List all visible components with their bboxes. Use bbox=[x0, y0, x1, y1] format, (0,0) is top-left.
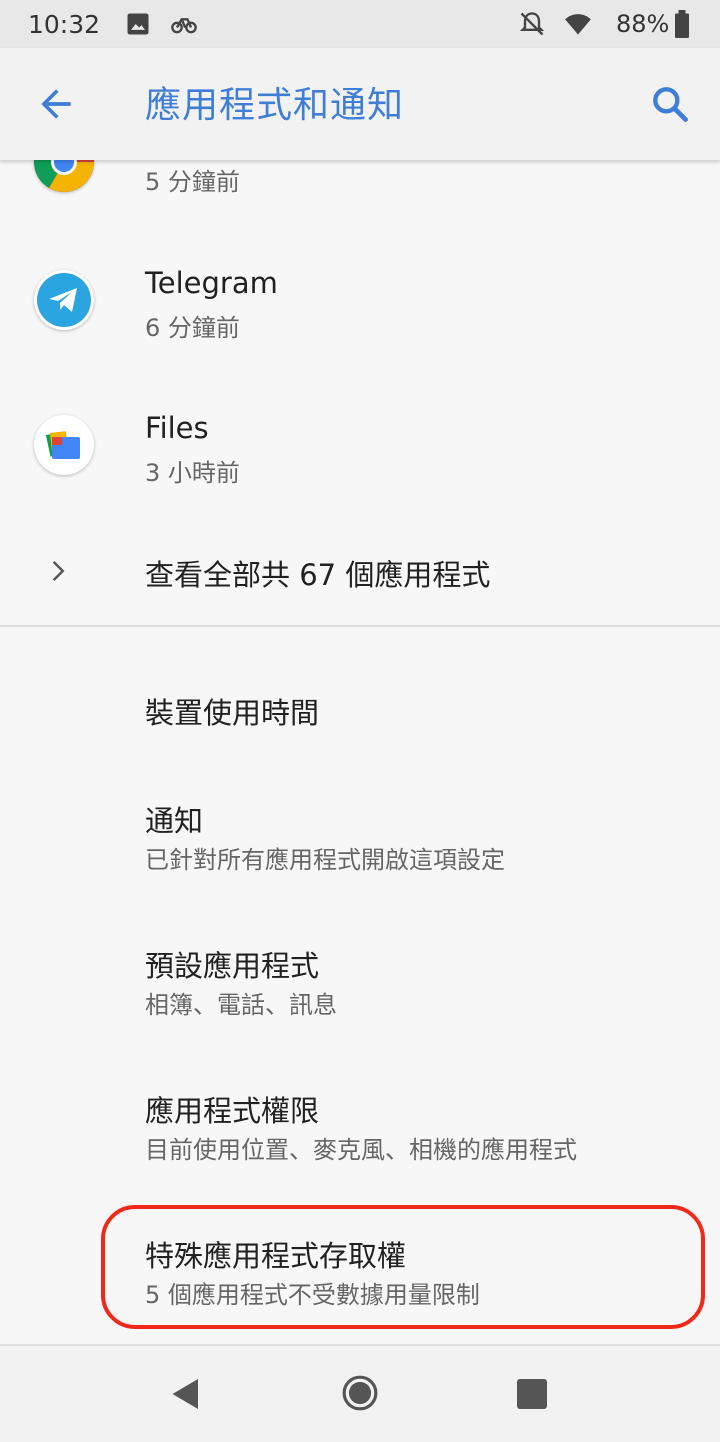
bike-icon bbox=[171, 18, 197, 34]
setting-app-permissions[interactable]: 應用程式權限 目前使用位置、麥克風、相機的應用程式 bbox=[0, 1070, 720, 1190]
recent-app-time: 6 分鐘前 bbox=[145, 314, 240, 342]
search-icon[interactable] bbox=[648, 82, 692, 126]
notifications-off-icon bbox=[519, 12, 545, 36]
back-triangle-icon[interactable] bbox=[168, 1376, 204, 1412]
highlight-outline bbox=[101, 1205, 705, 1329]
wifi-icon bbox=[565, 14, 591, 35]
setting-title: 預設應用程式 bbox=[145, 949, 320, 983]
setting-default-apps[interactable]: 預設應用程式 相簿、電話、訊息 bbox=[0, 925, 720, 1045]
chrome-icon bbox=[34, 160, 94, 192]
setting-subtitle: 相簿、電話、訊息 bbox=[145, 991, 337, 1019]
navigation-bar bbox=[0, 1344, 720, 1442]
recents-square-icon[interactable] bbox=[514, 1376, 550, 1412]
battery-icon bbox=[675, 10, 689, 38]
status-time: 10:32 bbox=[28, 10, 101, 39]
recent-app-row[interactable]: 5 分鐘前 bbox=[0, 160, 720, 240]
app-bar: 應用程式和通知 bbox=[0, 48, 720, 160]
setting-subtitle: 目前使用位置、麥克風、相機的應用程式 bbox=[145, 1136, 577, 1164]
setting-title: 應用程式權限 bbox=[145, 1094, 320, 1128]
recent-app-row[interactable]: Telegram 6 分鐘前 bbox=[0, 240, 720, 380]
see-all-apps-label: 查看全部共 67 個應用程式 bbox=[145, 558, 491, 592]
setting-notifications[interactable]: 通知 已針對所有應用程式開啟這項設定 bbox=[0, 780, 720, 900]
chevron-right-icon bbox=[52, 561, 65, 581]
recent-app-name: Files bbox=[145, 411, 209, 445]
telegram-icon bbox=[34, 270, 94, 330]
page-title: 應用程式和通知 bbox=[145, 85, 405, 126]
setting-screen-time[interactable]: 裝置使用時間 bbox=[0, 660, 720, 760]
recent-app-name: Telegram bbox=[145, 266, 278, 300]
arrow-back-icon[interactable] bbox=[34, 82, 78, 126]
settings-list: 5 分鐘前 Telegram 6 分鐘前 Files 3 小時前 查看全部共 6… bbox=[0, 160, 720, 1344]
setting-title: 通知 bbox=[145, 804, 204, 838]
image-icon bbox=[127, 13, 149, 35]
recent-app-time: 5 分鐘前 bbox=[145, 168, 240, 196]
files-icon bbox=[34, 415, 94, 475]
battery-percent: 88% bbox=[616, 10, 670, 38]
recent-app-row[interactable]: Files 3 小時前 bbox=[0, 385, 720, 525]
status-bar: 10:32 88% bbox=[0, 0, 720, 48]
see-all-apps-row[interactable]: 查看全部共 67 個應用程式 bbox=[0, 530, 720, 620]
setting-title: 裝置使用時間 bbox=[145, 696, 320, 730]
section-divider bbox=[0, 625, 720, 627]
setting-subtitle: 已針對所有應用程式開啟這項設定 bbox=[145, 846, 505, 874]
home-circle-icon[interactable] bbox=[341, 1374, 379, 1412]
recent-app-time: 3 小時前 bbox=[145, 459, 240, 487]
